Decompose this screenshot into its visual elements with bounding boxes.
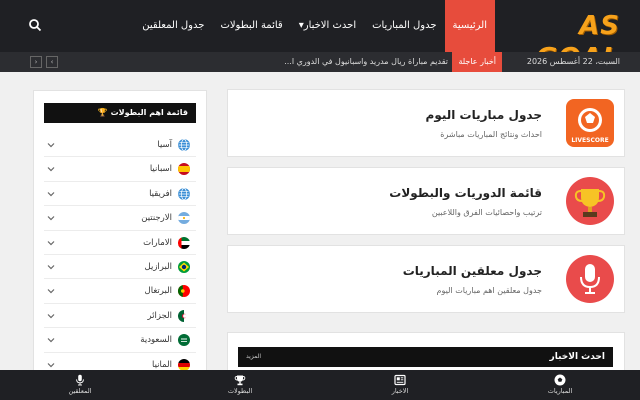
nav-item-matches[interactable]: جدول المباريات bbox=[364, 0, 444, 52]
card-today-matches[interactable]: LIVESCORE جدول مباريات اليوم احداث ونتائ… bbox=[227, 89, 625, 157]
saudi-flag-icon bbox=[178, 334, 190, 347]
nav-item-commentators[interactable]: جدول المعلقين bbox=[134, 0, 212, 52]
algeria-flag-icon bbox=[178, 309, 190, 322]
sidebar-item-label: الجزائر bbox=[147, 310, 172, 321]
sidebar-item-portugal[interactable]: البرتغال bbox=[44, 279, 196, 304]
chevron-down-icon[interactable] bbox=[46, 164, 56, 174]
bottom-nav-commentators[interactable]: المعلقين bbox=[0, 370, 160, 400]
livescore-icon-text: LIVESCORE bbox=[571, 137, 608, 144]
nav-item-news[interactable]: احدث الاخبار▾ bbox=[291, 0, 364, 52]
site-logo[interactable]: AS GOAL bbox=[498, 10, 620, 73]
ticker-headline[interactable]: تقديم مباراة ريال مدريد واسبانيول في الد… bbox=[268, 52, 448, 72]
sidebar-item-uae[interactable]: الامارات bbox=[44, 231, 196, 255]
microphone-icon bbox=[566, 255, 614, 303]
chevron-down-icon[interactable] bbox=[46, 311, 56, 321]
card-title: جدول معلقين المباريات bbox=[402, 264, 542, 278]
current-date: السبت، 22 أغسطس 2026 bbox=[526, 57, 620, 66]
chevron-down-icon[interactable] bbox=[46, 140, 56, 150]
soccer-ball-icon bbox=[554, 374, 566, 386]
chevron-down-icon[interactable] bbox=[46, 286, 56, 296]
sidebar-item-label: آسيا bbox=[157, 140, 172, 150]
brazil-flag-icon bbox=[178, 260, 190, 273]
chevron-down-icon[interactable] bbox=[46, 238, 56, 248]
sidebar-item-algeria[interactable]: الجزائر bbox=[44, 304, 196, 329]
latest-news-title: احدث الاخبار bbox=[549, 352, 605, 362]
livescore-icon: LIVESCORE bbox=[566, 99, 614, 147]
sidebar-item-label: افريقيا bbox=[149, 188, 172, 199]
sidebar-item-brazil[interactable]: البرازيل bbox=[44, 255, 196, 280]
trophy-icon bbox=[234, 375, 246, 386]
globe-icon bbox=[178, 187, 190, 200]
card-subtitle: جدول معلقين اهم مباريات اليوم bbox=[436, 286, 542, 295]
bottom-nav-label: المعلقين bbox=[68, 387, 92, 395]
nav-item-leagues[interactable]: قائمة البطولات bbox=[212, 0, 290, 52]
sidebar-item-saudi[interactable]: السعودية bbox=[44, 328, 196, 353]
ticker-prev-button[interactable]: › bbox=[46, 56, 58, 68]
argentina-flag-icon bbox=[178, 212, 190, 225]
ticker-next-button[interactable]: ‹ bbox=[30, 56, 42, 68]
leagues-sidebar: قائمة اهم البطولات 🏆 آسيا اسبانيا افريقي… bbox=[33, 90, 207, 380]
chevron-down-icon[interactable] bbox=[46, 189, 56, 199]
bottom-nav-label: المباريات bbox=[547, 387, 573, 395]
sidebar-item-asia[interactable]: آسيا bbox=[44, 133, 196, 158]
bottom-nav: المباريات الاخبار البطولات المعلقين bbox=[0, 370, 640, 400]
sidebar-item-label: السعودية bbox=[140, 335, 172, 346]
card-commentators[interactable]: جدول معلقين المباريات جدول معلقين اهم مب… bbox=[227, 245, 625, 313]
card-subtitle: ترتيب واحصائيات الفرق واللاعبين bbox=[431, 208, 542, 217]
chevron-down-icon[interactable] bbox=[46, 335, 56, 345]
sidebar-item-label: البرازيل bbox=[144, 261, 172, 272]
card-leagues[interactable]: قائمة الدوريات والبطولات ترتيب واحصائيات… bbox=[227, 167, 625, 235]
uae-flag-icon bbox=[178, 236, 190, 249]
breaking-news-ticker: السبت، 22 أغسطس 2026 أخبار عاجلة تقديم م… bbox=[0, 52, 640, 72]
spain-flag-icon bbox=[178, 163, 190, 176]
nav-item-news-label: احدث الاخبار bbox=[303, 20, 357, 31]
site-header: AS GOAL الرئيسية جدول المباريات احدث الا… bbox=[0, 0, 640, 73]
germany-flag-icon bbox=[178, 358, 190, 371]
sidebar-item-argentina[interactable]: الارجنتين bbox=[44, 206, 196, 231]
search-icon[interactable] bbox=[28, 18, 42, 32]
sidebar-item-spain[interactable]: اسبانيا bbox=[44, 157, 196, 182]
trophy-icon bbox=[566, 177, 614, 225]
sidebar-item-label: الامارات bbox=[143, 237, 172, 248]
latest-news-section: احدث الاخبار المزيد bbox=[227, 332, 625, 372]
bottom-nav-leagues[interactable]: البطولات bbox=[160, 370, 320, 400]
bottom-nav-label: الاخبار bbox=[391, 387, 409, 395]
nav-item-home[interactable]: الرئيسية bbox=[444, 0, 495, 52]
sidebar-item-label: اسبانيا bbox=[149, 164, 172, 175]
sidebar-title: قائمة اهم البطولات 🏆 bbox=[97, 108, 188, 117]
microphone-icon bbox=[76, 374, 84, 386]
newspaper-icon bbox=[394, 374, 406, 386]
latest-news-header: احدث الاخبار المزيد bbox=[238, 347, 613, 367]
sidebar-item-africa[interactable]: افريقيا bbox=[44, 182, 196, 207]
chevron-down-icon[interactable] bbox=[46, 360, 56, 370]
sidebar-header: قائمة اهم البطولات 🏆 bbox=[44, 103, 196, 123]
breaking-news-badge: أخبار عاجلة bbox=[452, 52, 502, 72]
leagues-list: آسيا اسبانيا افريقيا الارجنتين الامارات … bbox=[44, 133, 196, 377]
more-link[interactable]: المزيد bbox=[246, 347, 261, 367]
chevron-down-icon[interactable] bbox=[46, 213, 56, 223]
bottom-nav-news[interactable]: الاخبار bbox=[320, 370, 480, 400]
card-title: جدول مباريات اليوم bbox=[425, 108, 542, 122]
chevron-down-icon[interactable] bbox=[46, 262, 56, 272]
portugal-flag-icon bbox=[178, 285, 190, 298]
globe-icon bbox=[178, 139, 190, 151]
sidebar-item-label: البرتغال bbox=[144, 286, 172, 297]
bottom-nav-label: البطولات bbox=[227, 387, 253, 395]
main-nav: الرئيسية جدول المباريات احدث الاخبار▾ قا… bbox=[134, 0, 495, 52]
bottom-nav-matches[interactable]: المباريات bbox=[480, 370, 640, 400]
card-subtitle: احداث ونتائج المباريات مباشرة bbox=[440, 130, 542, 139]
card-title: قائمة الدوريات والبطولات bbox=[389, 186, 542, 200]
sidebar-item-label: الارجنتين bbox=[141, 213, 172, 224]
